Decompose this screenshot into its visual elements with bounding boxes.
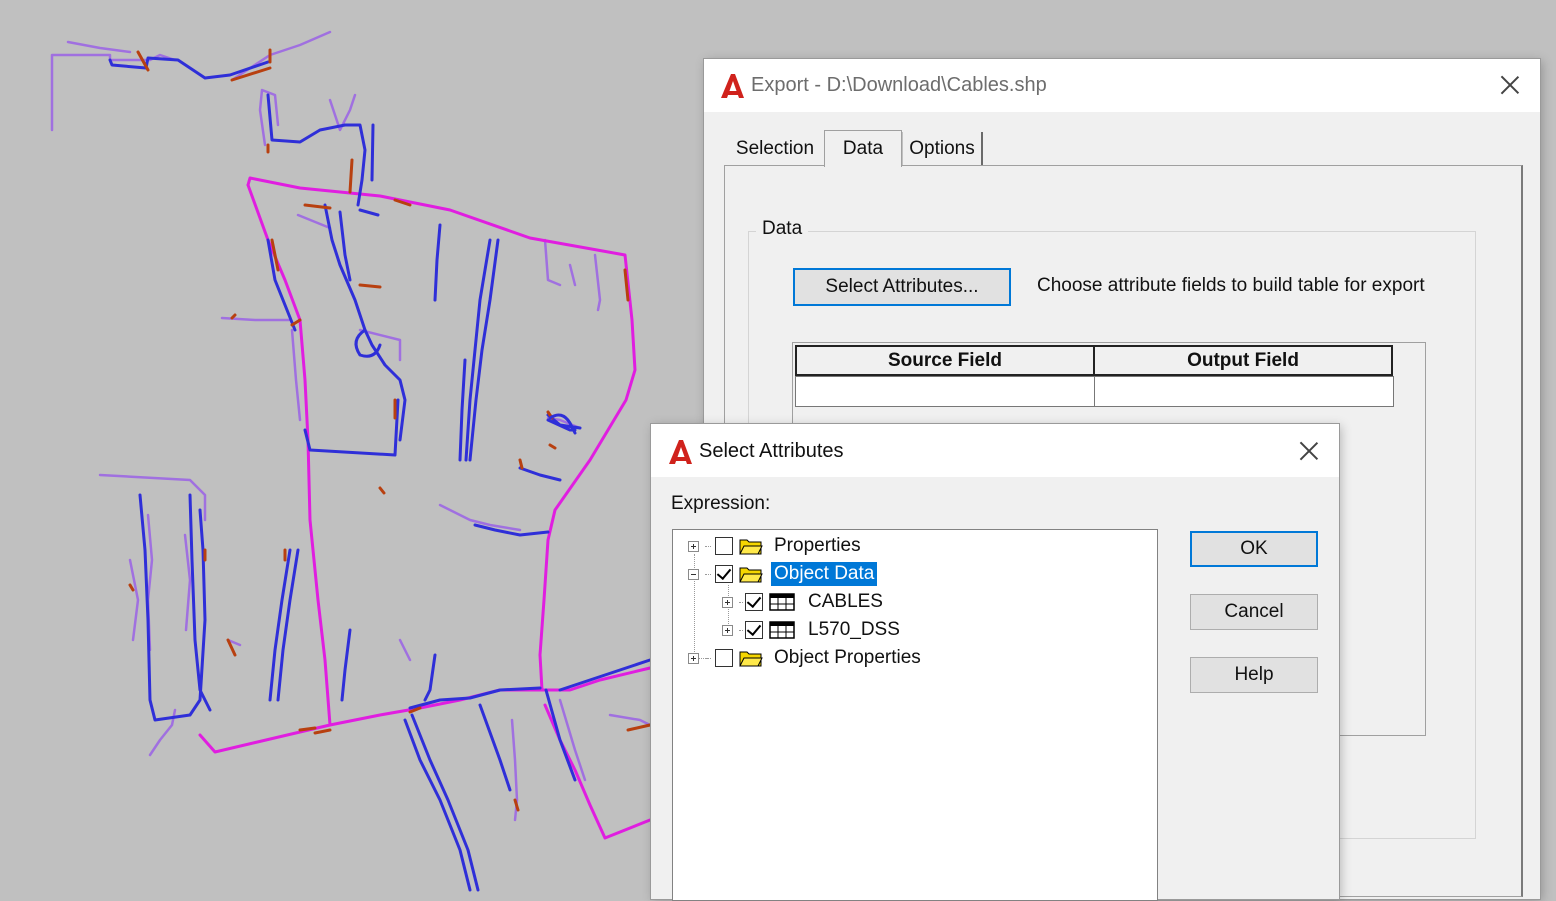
expand-plus-icon[interactable] (688, 652, 699, 664)
checkbox-cables[interactable] (745, 593, 763, 611)
select-attributes-title: Select Attributes (699, 440, 844, 462)
tab-options[interactable]: Options (902, 132, 983, 165)
tab-data-label: Data (842, 138, 884, 159)
close-icon[interactable] (1299, 441, 1319, 461)
backbone-cable (198, 176, 652, 840)
primary-cables (108, 56, 652, 892)
folder-icon (739, 567, 763, 583)
tree-item-object-properties[interactable]: Object Properties (688, 645, 924, 671)
tab-selection-label: Selection (735, 137, 815, 159)
tree-item-label: Object Data (769, 561, 879, 587)
autocad-logo-icon (721, 74, 744, 98)
tree-item-label: Object Properties (774, 647, 921, 668)
table-cell-source[interactable] (795, 376, 1095, 407)
tab-options-label: Options (909, 137, 975, 159)
cancel-button[interactable]: Cancel (1190, 594, 1318, 630)
tree-item-cables[interactable]: CABLES (722, 589, 886, 615)
expand-plus-icon[interactable] (722, 624, 733, 636)
autocad-logo-icon (669, 440, 692, 464)
ok-button[interactable]: OK (1190, 531, 1318, 567)
table-cell-output[interactable] (1094, 376, 1394, 407)
tree-item-object-data[interactable]: Object Data (688, 561, 879, 587)
column-header-source-field[interactable]: Source Field (795, 345, 1095, 376)
tree-item-label: L570_DSS (808, 619, 900, 640)
tree-item-label: CABLES (808, 591, 883, 612)
loop-details (354, 328, 577, 435)
tab-selection[interactable]: Selection (727, 132, 823, 165)
export-dialog-title: Export - D:\Download\Cables.shp (751, 74, 1047, 96)
checkbox-properties[interactable] (715, 537, 733, 555)
checkbox-object-properties[interactable] (715, 649, 733, 667)
checkbox-l570-dss[interactable] (745, 621, 763, 639)
tree-item-label: Properties (774, 535, 861, 556)
data-group-label: Data (756, 218, 809, 240)
tab-data[interactable]: Data (824, 130, 902, 167)
close-icon[interactable] (1500, 75, 1520, 95)
expand-plus-icon[interactable] (722, 596, 733, 608)
select-attributes-button[interactable]: Select Attributes... (793, 268, 1011, 306)
folder-icon (739, 651, 763, 667)
checkbox-object-data[interactable] (715, 565, 733, 583)
table-icon (769, 621, 795, 639)
table-icon (769, 593, 795, 611)
collapse-minus-icon[interactable] (688, 568, 699, 580)
tree-item-l570-dss[interactable]: L570_DSS (722, 617, 903, 643)
help-button[interactable]: Help (1190, 657, 1318, 693)
folder-icon (739, 539, 763, 555)
column-header-output-field[interactable]: Output Field (1093, 345, 1393, 376)
expand-plus-icon[interactable] (688, 540, 699, 552)
tree-item-properties[interactable]: Properties (688, 533, 864, 559)
select-attributes-hint: Choose attribute fields to build table f… (1037, 275, 1425, 296)
expression-label: Expression: (671, 493, 771, 514)
